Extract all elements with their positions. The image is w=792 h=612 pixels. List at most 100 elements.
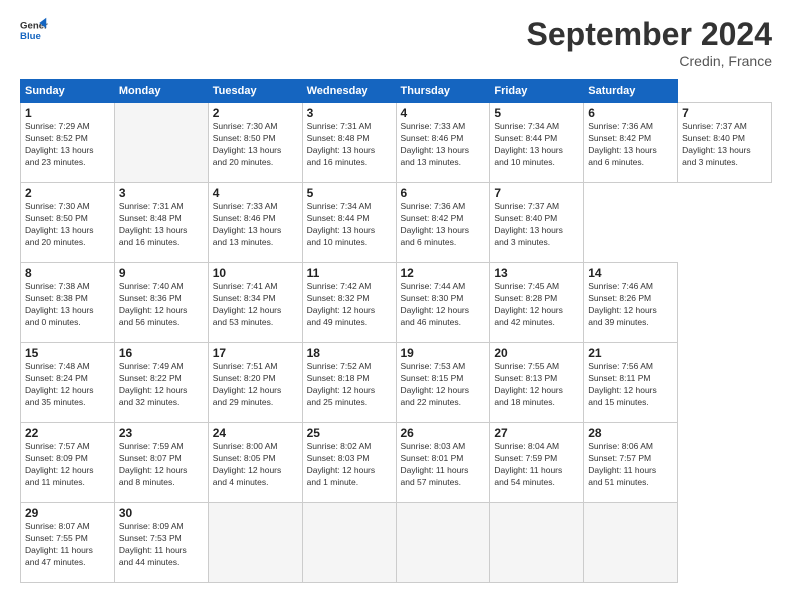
day-info: Sunrise: 8:07 AM Sunset: 7:55 PM Dayligh… <box>25 521 110 569</box>
day-number: 9 <box>119 266 204 280</box>
day-number: 13 <box>494 266 579 280</box>
day-info: Sunrise: 8:00 AM Sunset: 8:05 PM Dayligh… <box>213 441 298 489</box>
col-thursday: Thursday <box>396 80 490 103</box>
calendar-cell: 11Sunrise: 7:42 AM Sunset: 8:32 PM Dayli… <box>302 263 396 343</box>
calendar-cell: 15Sunrise: 7:48 AM Sunset: 8:24 PM Dayli… <box>21 343 115 423</box>
calendar-week-4: 22Sunrise: 7:57 AM Sunset: 8:09 PM Dayli… <box>21 423 772 503</box>
day-info: Sunrise: 7:37 AM Sunset: 8:40 PM Dayligh… <box>494 201 579 249</box>
day-info: Sunrise: 7:55 AM Sunset: 8:13 PM Dayligh… <box>494 361 579 409</box>
day-number: 1 <box>25 106 110 120</box>
day-number: 20 <box>494 346 579 360</box>
day-info: Sunrise: 7:34 AM Sunset: 8:44 PM Dayligh… <box>307 201 392 249</box>
calendar-cell: 25Sunrise: 8:02 AM Sunset: 8:03 PM Dayli… <box>302 423 396 503</box>
calendar-cell: 26Sunrise: 8:03 AM Sunset: 8:01 PM Dayli… <box>396 423 490 503</box>
day-number: 6 <box>401 186 486 200</box>
day-info: Sunrise: 7:40 AM Sunset: 8:36 PM Dayligh… <box>119 281 204 329</box>
day-number: 28 <box>588 426 673 440</box>
col-saturday: Saturday <box>584 80 678 103</box>
day-number: 8 <box>25 266 110 280</box>
calendar-cell: 23Sunrise: 7:59 AM Sunset: 8:07 PM Dayli… <box>114 423 208 503</box>
calendar-week-3: 15Sunrise: 7:48 AM Sunset: 8:24 PM Dayli… <box>21 343 772 423</box>
calendar-cell: 1Sunrise: 7:29 AM Sunset: 8:52 PM Daylig… <box>21 103 115 183</box>
day-info: Sunrise: 7:56 AM Sunset: 8:11 PM Dayligh… <box>588 361 673 409</box>
day-info: Sunrise: 7:29 AM Sunset: 8:52 PM Dayligh… <box>25 121 110 169</box>
calendar-cell: 6Sunrise: 7:36 AM Sunset: 8:42 PM Daylig… <box>396 183 490 263</box>
calendar-cell <box>208 503 302 583</box>
logo: General Blue <box>20 16 48 44</box>
day-number: 22 <box>25 426 110 440</box>
col-wednesday: Wednesday <box>302 80 396 103</box>
day-number: 30 <box>119 506 204 520</box>
day-info: Sunrise: 7:33 AM Sunset: 8:46 PM Dayligh… <box>213 201 298 249</box>
calendar-cell: 19Sunrise: 7:53 AM Sunset: 8:15 PM Dayli… <box>396 343 490 423</box>
col-tuesday: Tuesday <box>208 80 302 103</box>
day-info: Sunrise: 7:34 AM Sunset: 8:44 PM Dayligh… <box>494 121 579 169</box>
day-number: 29 <box>25 506 110 520</box>
day-info: Sunrise: 7:38 AM Sunset: 8:38 PM Dayligh… <box>25 281 110 329</box>
day-number: 16 <box>119 346 204 360</box>
calendar-cell: 20Sunrise: 7:55 AM Sunset: 8:13 PM Dayli… <box>490 343 584 423</box>
header: General Blue September 2024 Credin, Fran… <box>20 16 772 69</box>
day-number: 7 <box>682 106 767 120</box>
calendar-week-0: 1Sunrise: 7:29 AM Sunset: 8:52 PM Daylig… <box>21 103 772 183</box>
day-info: Sunrise: 7:46 AM Sunset: 8:26 PM Dayligh… <box>588 281 673 329</box>
col-monday: Monday <box>114 80 208 103</box>
day-number: 27 <box>494 426 579 440</box>
calendar-cell: 27Sunrise: 8:04 AM Sunset: 7:59 PM Dayli… <box>490 423 584 503</box>
day-info: Sunrise: 7:41 AM Sunset: 8:34 PM Dayligh… <box>213 281 298 329</box>
calendar-cell: 18Sunrise: 7:52 AM Sunset: 8:18 PM Dayli… <box>302 343 396 423</box>
day-info: Sunrise: 7:48 AM Sunset: 8:24 PM Dayligh… <box>25 361 110 409</box>
day-info: Sunrise: 7:31 AM Sunset: 8:48 PM Dayligh… <box>119 201 204 249</box>
day-number: 7 <box>494 186 579 200</box>
calendar-cell: 24Sunrise: 8:00 AM Sunset: 8:05 PM Dayli… <box>208 423 302 503</box>
day-number: 14 <box>588 266 673 280</box>
day-number: 21 <box>588 346 673 360</box>
day-number: 18 <box>307 346 392 360</box>
day-number: 10 <box>213 266 298 280</box>
calendar-cell: 21Sunrise: 7:56 AM Sunset: 8:11 PM Dayli… <box>584 343 678 423</box>
day-number: 6 <box>588 106 673 120</box>
day-info: Sunrise: 8:03 AM Sunset: 8:01 PM Dayligh… <box>401 441 486 489</box>
calendar-cell: 3Sunrise: 7:31 AM Sunset: 8:48 PM Daylig… <box>114 183 208 263</box>
day-number: 5 <box>307 186 392 200</box>
day-info: Sunrise: 7:31 AM Sunset: 8:48 PM Dayligh… <box>307 121 392 169</box>
day-number: 26 <box>401 426 486 440</box>
day-info: Sunrise: 7:36 AM Sunset: 8:42 PM Dayligh… <box>588 121 673 169</box>
day-info: Sunrise: 7:33 AM Sunset: 8:46 PM Dayligh… <box>401 121 486 169</box>
day-number: 5 <box>494 106 579 120</box>
calendar-cell: 16Sunrise: 7:49 AM Sunset: 8:22 PM Dayli… <box>114 343 208 423</box>
day-number: 12 <box>401 266 486 280</box>
calendar-week-1: 2Sunrise: 7:30 AM Sunset: 8:50 PM Daylig… <box>21 183 772 263</box>
day-number: 24 <box>213 426 298 440</box>
calendar-cell: 30Sunrise: 8:09 AM Sunset: 7:53 PM Dayli… <box>114 503 208 583</box>
day-info: Sunrise: 7:51 AM Sunset: 8:20 PM Dayligh… <box>213 361 298 409</box>
day-number: 19 <box>401 346 486 360</box>
calendar-cell: 3Sunrise: 7:31 AM Sunset: 8:48 PM Daylig… <box>302 103 396 183</box>
day-number: 2 <box>213 106 298 120</box>
day-number: 15 <box>25 346 110 360</box>
header-row: Sunday Monday Tuesday Wednesday Thursday… <box>21 80 772 103</box>
location-subtitle: Credin, France <box>527 53 772 69</box>
calendar-cell <box>584 503 678 583</box>
day-info: Sunrise: 7:53 AM Sunset: 8:15 PM Dayligh… <box>401 361 486 409</box>
day-info: Sunrise: 8:09 AM Sunset: 7:53 PM Dayligh… <box>119 521 204 569</box>
day-info: Sunrise: 7:52 AM Sunset: 8:18 PM Dayligh… <box>307 361 392 409</box>
month-title: September 2024 <box>527 16 772 53</box>
day-info: Sunrise: 7:42 AM Sunset: 8:32 PM Dayligh… <box>307 281 392 329</box>
calendar-cell: 4Sunrise: 7:33 AM Sunset: 8:46 PM Daylig… <box>396 103 490 183</box>
day-number: 2 <box>25 186 110 200</box>
day-number: 23 <box>119 426 204 440</box>
calendar-cell <box>490 503 584 583</box>
day-info: Sunrise: 8:04 AM Sunset: 7:59 PM Dayligh… <box>494 441 579 489</box>
calendar-cell: 7Sunrise: 7:37 AM Sunset: 8:40 PM Daylig… <box>490 183 584 263</box>
day-number: 3 <box>119 186 204 200</box>
calendar-table: Sunday Monday Tuesday Wednesday Thursday… <box>20 79 772 583</box>
day-info: Sunrise: 7:44 AM Sunset: 8:30 PM Dayligh… <box>401 281 486 329</box>
day-info: Sunrise: 8:06 AM Sunset: 7:57 PM Dayligh… <box>588 441 673 489</box>
calendar-week-2: 8Sunrise: 7:38 AM Sunset: 8:38 PM Daylig… <box>21 263 772 343</box>
calendar-cell <box>302 503 396 583</box>
day-info: Sunrise: 7:37 AM Sunset: 8:40 PM Dayligh… <box>682 121 767 169</box>
calendar-cell: 22Sunrise: 7:57 AM Sunset: 8:09 PM Dayli… <box>21 423 115 503</box>
day-info: Sunrise: 7:36 AM Sunset: 8:42 PM Dayligh… <box>401 201 486 249</box>
svg-text:Blue: Blue <box>20 31 41 42</box>
